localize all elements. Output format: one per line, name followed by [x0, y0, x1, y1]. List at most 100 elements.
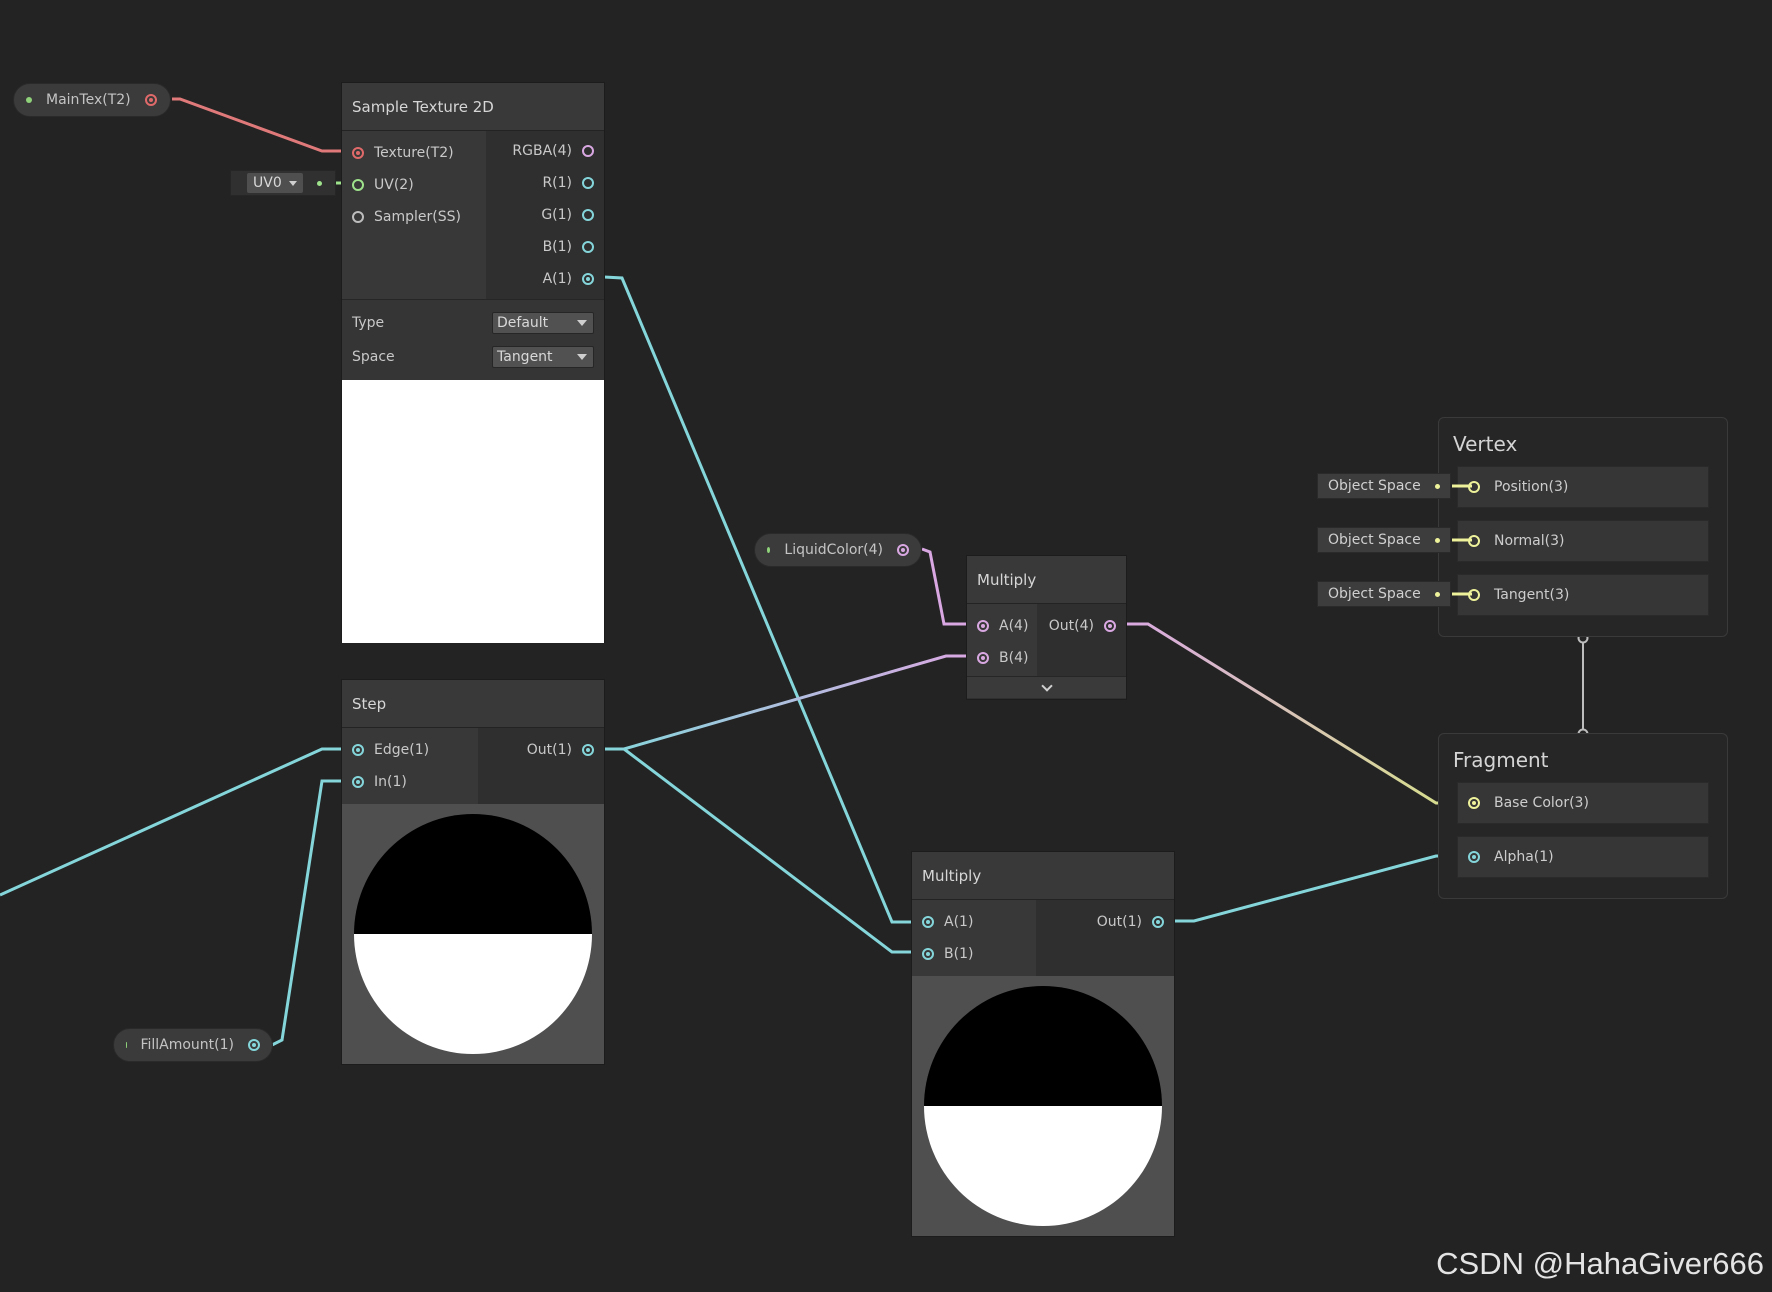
- node-title[interactable]: Step: [342, 680, 604, 728]
- input-edge[interactable]: Edge(1): [342, 734, 478, 766]
- out-port[interactable]: [1104, 620, 1116, 632]
- input-uv[interactable]: UV(2): [342, 169, 486, 201]
- input-sampler[interactable]: Sampler(SS): [342, 201, 486, 233]
- output-ports: Out(1): [1036, 900, 1174, 976]
- vertex-block-position[interactable]: Position(3): [1457, 466, 1709, 508]
- uv-channel-value: UV0: [253, 175, 282, 191]
- output-rgba[interactable]: RGBA(4): [486, 135, 604, 167]
- space-setting: Space Tangent: [352, 340, 594, 374]
- wire-basecolor: [1126, 622, 1456, 805]
- input-ports: Edge(1) In(1): [342, 728, 478, 804]
- node-title[interactable]: Multiply: [967, 556, 1126, 604]
- type-value: Default: [497, 315, 549, 331]
- output-g[interactable]: G(1): [486, 199, 604, 231]
- port-label: RGBA(4): [512, 143, 572, 159]
- output-a[interactable]: A(1): [486, 263, 604, 295]
- connection-dot-icon: [1435, 537, 1440, 543]
- basecolor-port[interactable]: [1468, 797, 1480, 809]
- port-label: Out(1): [1096, 914, 1142, 930]
- output-r[interactable]: R(1): [486, 167, 604, 199]
- vertex-block-tangent[interactable]: Tangent(3): [1457, 574, 1709, 616]
- step-node[interactable]: Step Edge(1) In(1) Out(1): [341, 679, 605, 1065]
- chevron-down-icon: [577, 320, 587, 326]
- maintex-label: MainTex(T2): [46, 92, 131, 108]
- block-label: Base Color(3): [1494, 795, 1589, 811]
- type-dropdown[interactable]: Default: [492, 312, 594, 334]
- maintex-output-port[interactable]: [144, 94, 157, 106]
- port-label: A(1): [944, 914, 974, 930]
- alpha-port[interactable]: [1468, 851, 1480, 863]
- block-label: Normal(3): [1494, 533, 1565, 549]
- out-port[interactable]: [582, 744, 594, 756]
- uv-port[interactable]: [352, 179, 364, 191]
- input-b[interactable]: B(1): [912, 938, 1036, 970]
- port-label: Sampler(SS): [374, 209, 461, 225]
- output-ports: Out(4): [1037, 604, 1126, 676]
- block-label: Tangent(3): [1494, 587, 1570, 603]
- sampler-port[interactable]: [352, 211, 364, 223]
- output-b[interactable]: B(1): [486, 231, 604, 263]
- port-label: Out(4): [1048, 618, 1094, 634]
- uv-default-input: UV0: [230, 170, 336, 196]
- input-texture[interactable]: Texture(T2): [342, 137, 486, 169]
- port-label: A(4): [999, 618, 1029, 634]
- liquidcolor-property[interactable]: LiquidColor(4): [754, 533, 922, 567]
- wire-fill: [271, 779, 344, 1047]
- fragment-context[interactable]: Fragment Base Color(3) Alpha(1): [1438, 733, 1728, 899]
- expand-button[interactable]: [967, 676, 1126, 698]
- output-out[interactable]: Out(4): [1037, 610, 1126, 642]
- input-b[interactable]: B(4): [967, 642, 1037, 674]
- tangent-space-input[interactable]: Object Space: [1317, 581, 1451, 607]
- space-label: Object Space: [1328, 532, 1421, 548]
- output-out[interactable]: Out(1): [478, 734, 604, 766]
- edge-port[interactable]: [352, 744, 364, 756]
- maintex-property[interactable]: MainTex(T2): [13, 83, 171, 117]
- normal-space-input[interactable]: Object Space: [1317, 527, 1451, 553]
- uv-channel-dropdown[interactable]: UV0: [247, 173, 303, 193]
- texture-port[interactable]: [352, 147, 364, 159]
- output-ports: RGBA(4) R(1) G(1) B(1) A(1): [486, 131, 604, 299]
- fillamount-property[interactable]: FillAmount(1): [113, 1028, 273, 1062]
- b-port[interactable]: [922, 948, 934, 960]
- input-in[interactable]: In(1): [342, 766, 478, 798]
- r-port[interactable]: [582, 177, 594, 189]
- space-label: Object Space: [1328, 586, 1421, 602]
- in-port[interactable]: [352, 776, 364, 788]
- space-label: Object Space: [1328, 478, 1421, 494]
- out-port[interactable]: [1152, 916, 1164, 928]
- type-label: Type: [352, 315, 385, 331]
- liquidcolor-output-port[interactable]: [897, 544, 909, 556]
- preview-sphere: [924, 986, 1162, 1226]
- sample-texture-2d-node[interactable]: Sample Texture 2D Texture(T2) UV(2) Samp…: [341, 82, 605, 643]
- b-port[interactable]: [582, 241, 594, 253]
- a-port[interactable]: [922, 916, 934, 928]
- rgba-port[interactable]: [582, 145, 594, 157]
- input-ports: A(1) B(1): [912, 900, 1036, 976]
- a-port[interactable]: [582, 273, 594, 285]
- input-a[interactable]: A(4): [967, 610, 1037, 642]
- multiply-alpha-node[interactable]: Multiply A(1) B(1) Out(1): [911, 851, 1175, 1237]
- a-port[interactable]: [977, 620, 989, 632]
- vertex-block-normal[interactable]: Normal(3): [1457, 520, 1709, 562]
- port-label: B(1): [542, 239, 572, 255]
- fragment-block-alpha[interactable]: Alpha(1): [1457, 836, 1709, 878]
- vertex-context[interactable]: Vertex Position(3) Normal(3) Tangent(3): [1438, 417, 1728, 637]
- texture-preview: [342, 380, 604, 643]
- fragment-block-basecolor[interactable]: Base Color(3): [1457, 782, 1709, 824]
- port-label: Texture(T2): [374, 145, 454, 161]
- port-label: R(1): [542, 175, 572, 191]
- g-port[interactable]: [582, 209, 594, 221]
- fillamount-output-port[interactable]: [248, 1039, 260, 1051]
- input-a[interactable]: A(1): [912, 906, 1036, 938]
- block-label: Alpha(1): [1494, 849, 1554, 865]
- b-port[interactable]: [977, 652, 989, 664]
- position-space-input[interactable]: Object Space: [1317, 473, 1451, 499]
- node-title[interactable]: Multiply: [912, 852, 1174, 900]
- port-label: Out(1): [526, 742, 572, 758]
- fillamount-label: FillAmount(1): [140, 1037, 234, 1053]
- node-title[interactable]: Sample Texture 2D: [342, 83, 604, 131]
- output-out[interactable]: Out(1): [1036, 906, 1174, 938]
- chevron-down-icon: [289, 180, 297, 186]
- multiply-color-node[interactable]: Multiply A(4) B(4) Out(4): [966, 555, 1127, 700]
- space-dropdown[interactable]: Tangent: [492, 346, 594, 368]
